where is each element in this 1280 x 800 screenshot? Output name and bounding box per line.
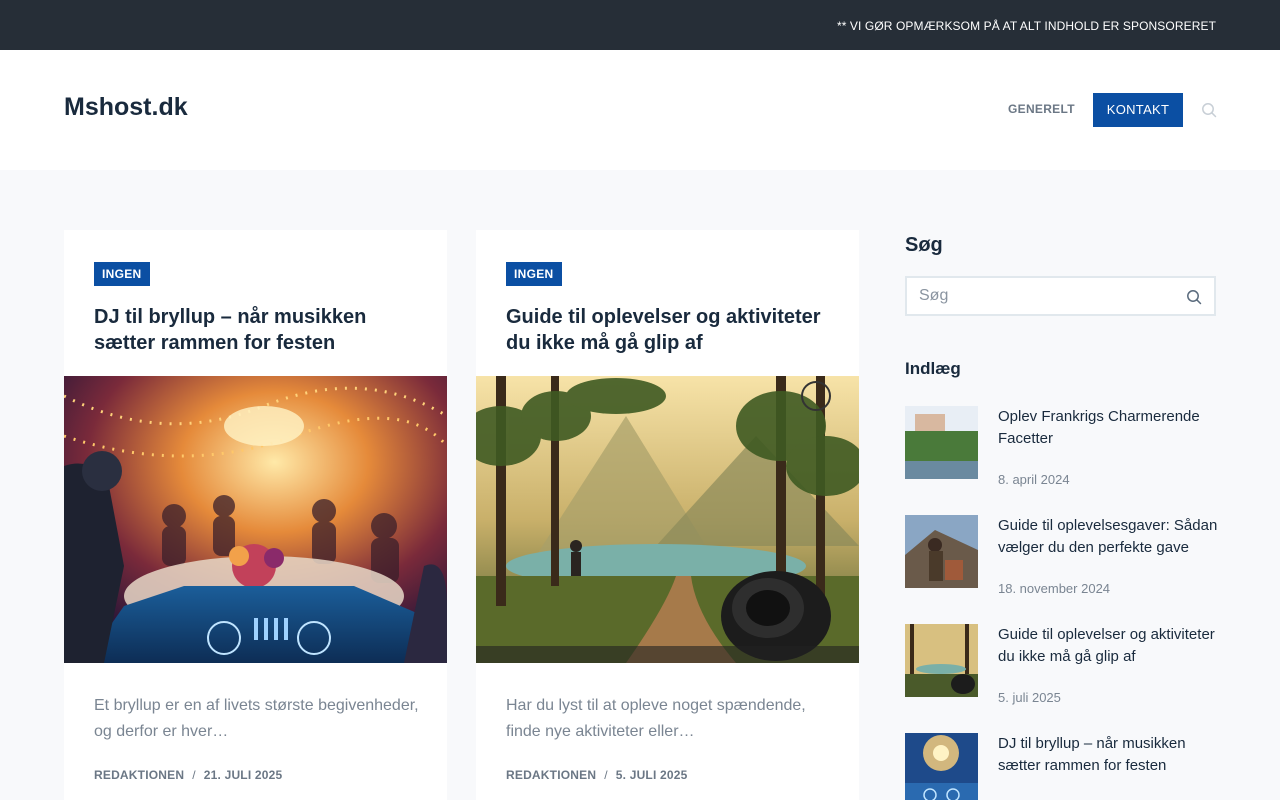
sidebar-post-item: Guide til oplevelser og aktiviteter du i… [905,624,1216,714]
search-icon[interactable] [1186,289,1202,305]
sidebar-search-input[interactable] [907,278,1167,314]
posts-widget-heading: Indlæg [905,359,961,378]
category-badge[interactable]: INGEN [94,262,150,286]
sidebar-post-title[interactable]: Guide til oplevelsesgaver: Sådan vælger … [998,515,1218,559]
nav-item-generelt[interactable]: GENERELT [1008,102,1075,116]
post-card: INGEN Guide til oplevelser og aktivitete… [476,230,859,800]
sidebar-post-title[interactable]: Oplev Frankrigs Charmerende Facetter [998,406,1218,450]
sidebar-post-title[interactable]: Guide til oplevelser og aktiviteter du i… [998,624,1218,668]
post-date: 21. JULI 2025 [203,768,283,782]
post-thumbnail[interactable] [905,515,978,588]
post-thumbnail[interactable] [905,733,978,800]
post-image-wedding-dj[interactable] [64,376,447,663]
post-date: 5. JULI 2025 [615,768,688,782]
category-badge[interactable]: INGEN [506,262,562,286]
nav-item-kontakt[interactable]: KONTAKT [1093,93,1183,127]
post-meta: REDAKTIONEN / 5. JULI 2025 [506,768,688,782]
sidebar-post-item: DJ til bryllup – når musikken sætter ram… [905,733,1216,800]
post-title[interactable]: DJ til bryllup – når musikken sætter ram… [94,304,424,356]
top-notice-bar: ** VI GØR OPMÆRKSOM PÅ AT ALT INDHOLD ER… [0,0,1280,50]
post-excerpt: Har du lyst til at opleve noget spændend… [506,697,806,740]
meta-separator: / [604,768,608,782]
site-header: Mshost.dk GENERELT KONTAKT [0,50,1280,170]
post-author[interactable]: REDAKTIONEN [94,768,184,782]
search-icon[interactable] [1201,102,1217,118]
post-excerpt: Et bryllup er en af livets største begiv… [94,697,419,740]
search-widget-heading: Søg [905,234,943,256]
post-title[interactable]: Guide til oplevelser og aktiviteter du i… [506,304,836,356]
sidebar-search-box [905,276,1216,316]
sidebar-post-date: 18. november 2024 [998,581,1111,596]
meta-separator: / [192,768,196,782]
sidebar-post-title[interactable]: DJ til bryllup – når musikken sætter ram… [998,733,1218,777]
site-logo[interactable]: Mshost.dk [64,93,188,122]
post-card: INGEN DJ til bryllup – når musikken sætt… [64,230,447,800]
sidebar-post-item: Oplev Frankrigs Charmerende Facetter 8. … [905,406,1216,496]
sidebar-post-item: Guide til oplevelsesgaver: Sådan vælger … [905,515,1218,605]
sidebar-post-date: 5. juli 2025 [998,690,1061,705]
sponsor-notice: ** VI GØR OPMÆRKSOM PÅ AT ALT INDHOLD ER… [836,19,1216,33]
post-thumbnail[interactable] [905,406,978,479]
post-thumbnail[interactable] [905,624,978,697]
sidebar-post-date: 8. april 2024 [998,472,1070,487]
post-author[interactable]: REDAKTIONEN [506,768,596,782]
post-image-forest-lake[interactable] [476,376,859,663]
post-meta: REDAKTIONEN / 21. JULI 2025 [94,768,282,782]
